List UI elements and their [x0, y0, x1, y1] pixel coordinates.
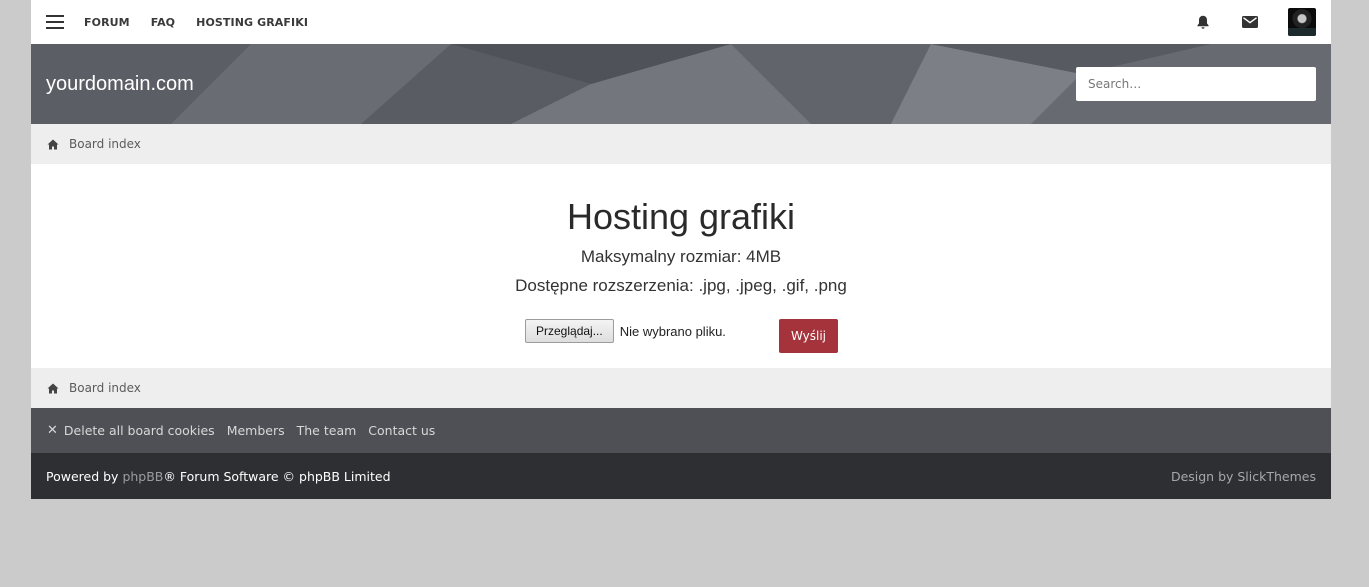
members-link[interactable]: Members [227, 423, 285, 438]
powered-suffix: ® Forum Software © phpBB Limited [163, 469, 391, 484]
site-name[interactable]: yourdomain.com [46, 73, 194, 96]
breadcrumb-bottom: Board index [31, 368, 1331, 408]
avatar[interactable] [1288, 8, 1316, 36]
footer-links: ✕ Delete all board cookies Members The t… [31, 408, 1331, 453]
breadcrumb-board-index[interactable]: Board index [69, 137, 141, 151]
delete-cookies-link[interactable]: Delete all board cookies [64, 423, 215, 438]
site-footer: Powered by phpBB® Forum Software © phpBB… [31, 453, 1331, 499]
search-input[interactable] [1076, 67, 1316, 101]
max-size-text: Maksymalny rozmiar: 4MB [580, 247, 782, 266]
envelope-icon[interactable] [1241, 13, 1259, 31]
home-icon[interactable] [47, 382, 59, 394]
phpbb-link[interactable]: phpBB [122, 469, 163, 484]
breadcrumb: Board index [31, 124, 1331, 164]
breadcrumb-board-index-bottom[interactable]: Board index [69, 381, 141, 395]
bell-icon[interactable] [1194, 13, 1212, 31]
nav-right [1194, 8, 1316, 36]
main-content: Hosting grafiki Maksymalny rozmiar: 4MB … [31, 164, 1331, 368]
browse-button[interactable]: Przeglądaj... [525, 319, 614, 343]
nav-links: FORUM FAQ HOSTING GRAFIKI [84, 0, 329, 44]
nav-forum[interactable]: FORUM [84, 16, 130, 29]
team-link[interactable]: The team [297, 423, 357, 438]
top-navbar: FORUM FAQ HOSTING GRAFIKI [31, 0, 1331, 44]
design-credit: Design by SlickThemes [1170, 469, 1316, 484]
extensions-text: Dostępne rozszerzenia: .jpg, .jpeg, .gif… [515, 276, 847, 295]
contact-link[interactable]: Contact us [368, 423, 435, 438]
send-button[interactable]: Wyślij [779, 319, 838, 353]
close-icon: ✕ [47, 423, 58, 438]
file-upload: Przeglądaj... Nie wybrano pliku. [525, 319, 726, 343]
hamburger-icon[interactable] [46, 15, 64, 29]
page-title: Hosting grafiki [566, 196, 796, 237]
nav-hosting-grafiki[interactable]: HOSTING GRAFIKI [196, 16, 308, 29]
nav-faq[interactable]: FAQ [151, 16, 175, 29]
site-header: yourdomain.com [31, 44, 1331, 124]
home-icon[interactable] [47, 138, 59, 150]
file-status-text: Nie wybrano pliku. [619, 323, 726, 339]
powered-prefix: Powered by [46, 469, 123, 484]
powered-by: Powered by phpBB® Forum Software © phpBB… [46, 469, 391, 484]
page-wrapper: FORUM FAQ HOSTING GRAFIKI yourdomain.com… [31, 0, 1331, 499]
